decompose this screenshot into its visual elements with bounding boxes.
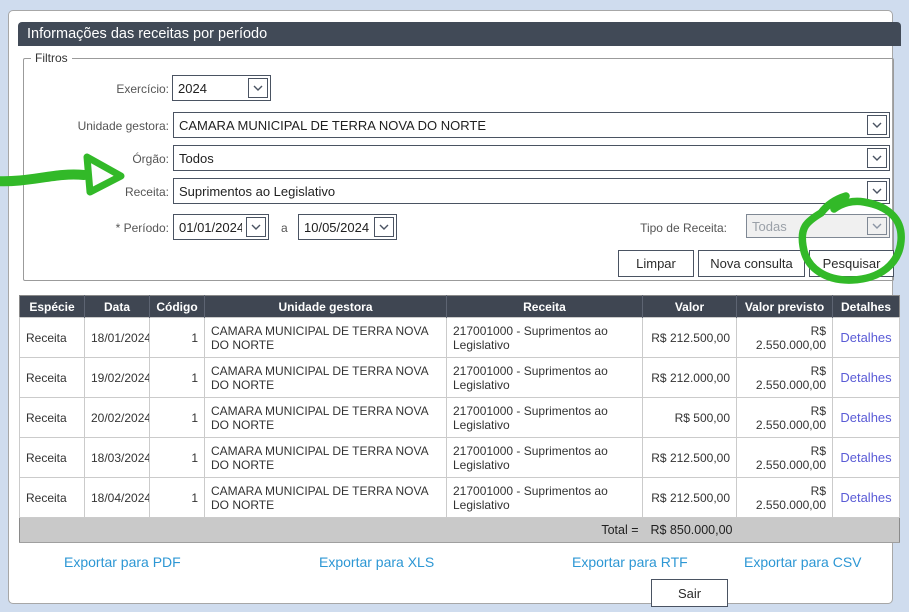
periodo-to-datepicker[interactable] (298, 214, 397, 240)
filters-legend: Filtros (31, 51, 72, 65)
cell-unidade-gestora: CAMARA MUNICIPAL DE TERRA NOVA DO NORTE (205, 478, 447, 518)
receita-label: Receita: (29, 185, 169, 199)
detalhes-link[interactable]: Detalhes (840, 370, 891, 385)
orgao-label: Órgão: (29, 152, 169, 166)
header-especie: Espécie (20, 296, 85, 318)
cell-codigo: 1 (150, 358, 205, 398)
export-rtf-link[interactable]: Exportar para RTF (572, 554, 688, 570)
cell-valor: R$ 500,00 (643, 398, 737, 438)
header-detalhes: Detalhes (833, 296, 900, 318)
cell-data: 18/03/2024 (85, 438, 150, 478)
table-total-row: Total = R$ 850.000,00 (20, 518, 900, 543)
total-empty (737, 518, 900, 543)
total-value: R$ 850.000,00 (643, 518, 737, 543)
cell-valor: R$ 212.000,00 (643, 358, 737, 398)
header-valor-previsto: Valor previsto (737, 296, 833, 318)
chevron-down-icon (867, 217, 887, 235)
header-data: Data (85, 296, 150, 318)
cell-valor: R$ 212.500,00 (643, 438, 737, 478)
chevron-down-icon[interactable] (246, 217, 266, 237)
cell-data: 18/01/2024 (85, 318, 150, 358)
cell-valor: R$ 212.500,00 (643, 478, 737, 518)
cell-codigo: 1 (150, 398, 205, 438)
table-header-row: Espécie Data Código Unidade gestora Rece… (20, 296, 900, 318)
cell-receita: 217001000 - Suprimentos ao Legislativo (447, 438, 643, 478)
exercicio-label: Exercício: (29, 82, 169, 96)
detalhes-link[interactable]: Detalhes (840, 490, 891, 505)
cell-data: 19/02/2024 (85, 358, 150, 398)
periodo-from-datepicker[interactable] (173, 214, 269, 240)
exercicio-select[interactable] (172, 75, 271, 101)
unidade-gestora-label: Unidade gestora: (29, 119, 169, 133)
cell-especie: Receita (20, 478, 85, 518)
cell-valor-previsto: R$ 2.550.000,00 (737, 358, 833, 398)
unidade-gestora-value[interactable] (174, 113, 889, 137)
cell-valor-previsto: R$ 2.550.000,00 (737, 438, 833, 478)
cell-receita: 217001000 - Suprimentos ao Legislativo (447, 318, 643, 358)
cell-codigo: 1 (150, 478, 205, 518)
sair-button[interactable]: Sair (651, 579, 728, 607)
nova-consulta-button[interactable]: Nova consulta (698, 250, 805, 277)
chevron-down-icon[interactable] (248, 78, 268, 98)
detalhes-link[interactable]: Detalhes (840, 330, 891, 345)
results-table: Espécie Data Código Unidade gestora Rece… (19, 295, 899, 543)
cell-data: 18/04/2024 (85, 478, 150, 518)
chevron-down-icon[interactable] (374, 217, 394, 237)
periodo-separator: a (281, 221, 288, 235)
detalhes-link[interactable]: Detalhes (840, 410, 891, 425)
receita-select[interactable] (173, 178, 890, 204)
cell-codigo: 1 (150, 438, 205, 478)
cell-valor: R$ 212.500,00 (643, 318, 737, 358)
cell-valor-previsto: R$ 2.550.000,00 (737, 398, 833, 438)
header-codigo: Código (150, 296, 205, 318)
cell-receita: 217001000 - Suprimentos ao Legislativo (447, 398, 643, 438)
cell-unidade-gestora: CAMARA MUNICIPAL DE TERRA NOVA DO NORTE (205, 358, 447, 398)
cell-unidade-gestora: CAMARA MUNICIPAL DE TERRA NOVA DO NORTE (205, 398, 447, 438)
chevron-down-icon[interactable] (867, 115, 887, 135)
export-csv-link[interactable]: Exportar para CSV (744, 554, 862, 570)
tipo-receita-select-disabled (746, 214, 890, 238)
cell-valor-previsto: R$ 2.550.000,00 (737, 478, 833, 518)
table-row: Receita 19/02/2024 1 CAMARA MUNICIPAL DE… (20, 358, 900, 398)
window-titlebar: Informações das receitas por período (18, 22, 901, 46)
cell-receita: 217001000 - Suprimentos ao Legislativo (447, 478, 643, 518)
cell-receita: 217001000 - Suprimentos ao Legislativo (447, 358, 643, 398)
orgao-select[interactable] (173, 145, 890, 171)
total-label: Total = (20, 518, 643, 543)
pesquisar-button[interactable]: Pesquisar (809, 250, 894, 277)
cell-especie: Receita (20, 438, 85, 478)
cell-codigo: 1 (150, 318, 205, 358)
cell-unidade-gestora: CAMARA MUNICIPAL DE TERRA NOVA DO NORTE (205, 438, 447, 478)
window-title: Informações das receitas por período (27, 26, 267, 42)
limpar-button[interactable]: Limpar (618, 250, 694, 277)
unidade-gestora-select[interactable] (173, 112, 890, 138)
detalhes-link[interactable]: Detalhes (840, 450, 891, 465)
header-receita: Receita (447, 296, 643, 318)
chevron-down-icon[interactable] (867, 181, 887, 201)
tipo-receita-label: Tipo de Receita: (587, 221, 727, 235)
dialog-window: Informações das receitas por período Fil… (8, 10, 893, 604)
header-unidade-gestora: Unidade gestora (205, 296, 447, 318)
table-row: Receita 18/01/2024 1 CAMARA MUNICIPAL DE… (20, 318, 900, 358)
export-pdf-link[interactable]: Exportar para PDF (64, 554, 181, 570)
header-valor: Valor (643, 296, 737, 318)
cell-unidade-gestora: CAMARA MUNICIPAL DE TERRA NOVA DO NORTE (205, 318, 447, 358)
cell-especie: Receita (20, 398, 85, 438)
page-background: Informações das receitas por período Fil… (0, 0, 909, 612)
cell-data: 20/02/2024 (85, 398, 150, 438)
orgao-value[interactable] (174, 146, 889, 170)
chevron-down-icon[interactable] (867, 148, 887, 168)
cell-valor-previsto: R$ 2.550.000,00 (737, 318, 833, 358)
table-row: Receita 18/03/2024 1 CAMARA MUNICIPAL DE… (20, 438, 900, 478)
table-row: Receita 20/02/2024 1 CAMARA MUNICIPAL DE… (20, 398, 900, 438)
receita-value[interactable] (174, 179, 889, 203)
cell-especie: Receita (20, 358, 85, 398)
periodo-label: * Período: (29, 221, 169, 235)
table-row: Receita 18/04/2024 1 CAMARA MUNICIPAL DE… (20, 478, 900, 518)
export-xls-link[interactable]: Exportar para XLS (319, 554, 434, 570)
cell-especie: Receita (20, 318, 85, 358)
